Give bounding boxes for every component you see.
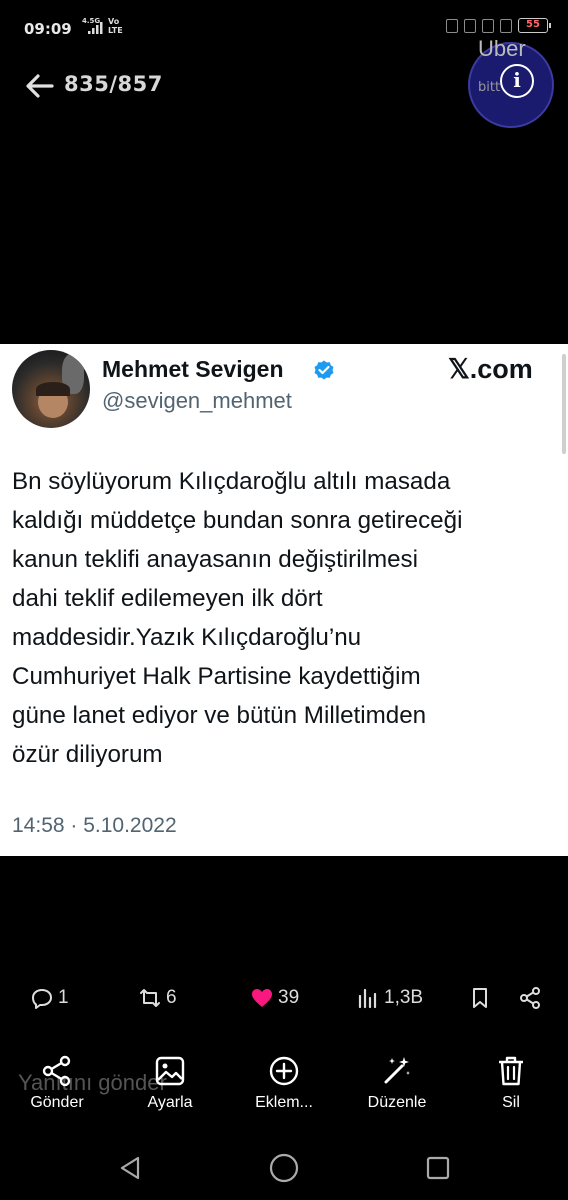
share-icon <box>42 1055 71 1087</box>
tweet-line: Cumhuriyet Halk Partisine kaydettiğim <box>12 663 421 690</box>
tweet-line: dahi teklif edilemeyen ilk dört <box>12 585 323 612</box>
home-icon[interactable] <box>264 1148 304 1188</box>
retweet-button[interactable]: 6 <box>138 986 177 1010</box>
delete-label: Sil <box>502 1094 520 1111</box>
image-counter: 835/857 <box>64 72 163 96</box>
share-tweet-button[interactable] <box>518 986 542 1010</box>
retweet-icon <box>140 989 160 1007</box>
info-icon[interactable]: i <box>500 64 534 98</box>
edit-button[interactable]: Düzenle <box>347 1052 447 1112</box>
status-right-icons: 55 <box>446 18 551 33</box>
battery-icon: 55 <box>518 18 551 33</box>
heart-icon <box>252 989 272 1007</box>
magic-wand-icon <box>384 1057 410 1084</box>
notification-icon <box>446 18 458 33</box>
back-icon[interactable] <box>110 1148 150 1188</box>
views-button[interactable]: 1,3B <box>356 986 423 1010</box>
recents-icon[interactable] <box>418 1148 458 1188</box>
notification-icon <box>482 18 494 33</box>
adjust-button[interactable]: Ayarla <box>120 1052 220 1112</box>
tweet-line: kaldığı müddetçe bundan sonra getireceği <box>12 507 463 534</box>
tweet-text: Bn söylüyorum Kılıçdaroğlu altılı masada… <box>12 462 552 774</box>
signal-icon <box>88 22 103 34</box>
adjust-image-icon <box>155 1056 185 1086</box>
reply-count: 1 <box>58 987 69 1008</box>
trash-icon <box>499 1056 523 1086</box>
adjust-label: Ayarla <box>147 1094 193 1111</box>
tweet-line: özür diliyorum <box>12 741 163 768</box>
image-action-bar: Yanıtını gönder Gönder Ayarla Eklem... D… <box>0 1052 568 1122</box>
delete-button[interactable]: Sil <box>461 1052 561 1112</box>
tweet-screenshot: Mehmet Sevigen @sevigen_mehmet 𝕏.com Bn … <box>0 344 568 856</box>
share-nodes-icon <box>520 987 540 1009</box>
notification-icon <box>464 18 476 33</box>
system-nav-bar <box>0 1140 568 1200</box>
avatar <box>12 350 90 428</box>
notification-icon <box>500 18 512 33</box>
back-arrow-icon[interactable] <box>22 68 58 104</box>
tweet-line: güne lanet ediyor ve bütün Milletimden <box>12 702 427 729</box>
retweet-count: 6 <box>166 987 177 1008</box>
volte-bottom: LTE <box>108 26 123 35</box>
ad-brand-text: Uber <box>478 36 526 61</box>
add-icon <box>269 1056 299 1086</box>
tweet-line: Bn söylüyorum Kılıçdaroğlu altılı masada <box>12 468 451 495</box>
engagement-bar: 1 6 39 1,3B <box>0 986 568 1022</box>
ad-sub-text: bitt <box>478 80 501 95</box>
tweet-line: kanun teklifi anayasanın değiştirilmesi <box>12 546 419 573</box>
bookmark-icon <box>473 988 487 1008</box>
status-time: 09:09 <box>24 20 72 38</box>
verified-badge-icon <box>314 360 334 380</box>
add-button[interactable]: Eklem... <box>234 1052 334 1112</box>
tweet-line: maddesidir.Yazık Kılıçdaroğlu’nu <box>12 624 362 651</box>
volte-indicator: Vo LTE <box>108 17 123 35</box>
tweet-timestamp: 14:58 · 5.10.2022 <box>12 814 177 837</box>
add-label: Eklem... <box>255 1094 313 1111</box>
bookmark-button[interactable] <box>468 986 492 1010</box>
x-logo: 𝕏.com <box>448 354 533 384</box>
volte-top: Vo <box>108 17 120 26</box>
author-handle: @sevigen_mehmet <box>102 388 292 413</box>
scrollbar[interactable] <box>562 354 566 454</box>
like-button[interactable]: 39 <box>250 986 299 1010</box>
reply-icon <box>32 989 52 1009</box>
like-count: 39 <box>278 987 300 1008</box>
views-chart-icon <box>358 988 377 1009</box>
author-name: Mehmet Sevigen <box>102 356 284 382</box>
reply-button[interactable]: 1 <box>30 986 69 1010</box>
views-count: 1,3B <box>384 987 424 1008</box>
edit-label: Düzenle <box>367 1094 427 1111</box>
send-label: Gönder <box>30 1094 84 1111</box>
send-button[interactable]: Gönder <box>7 1052 107 1112</box>
